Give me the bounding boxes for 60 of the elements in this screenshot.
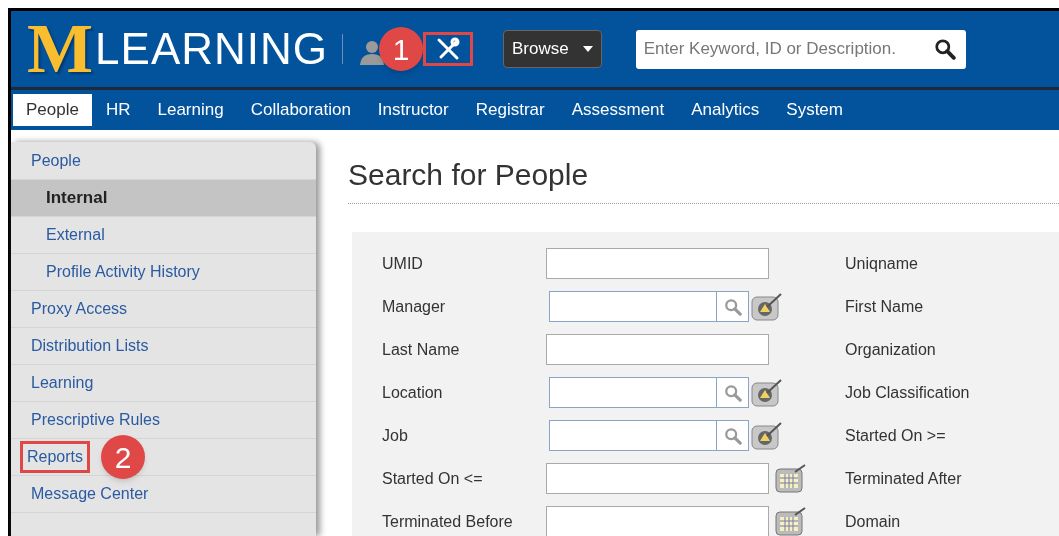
field-label: UMID xyxy=(382,253,424,274)
step-badge: 2 xyxy=(101,435,146,479)
field-label: Uniqname xyxy=(845,253,918,274)
sidebar-item[interactable]: External xyxy=(42,222,109,248)
search-icon xyxy=(723,297,742,316)
pencil-triangle-icon[interactable] xyxy=(751,377,783,408)
field-label: Terminated Before xyxy=(382,511,514,532)
nav-tab[interactable]: People xyxy=(13,94,92,126)
sidebar-item[interactable]: Proxy Access xyxy=(27,296,132,322)
sidebar-item[interactable]: Profile Activity History xyxy=(42,259,204,285)
nav-tab[interactable]: Instructor xyxy=(364,94,462,126)
browse-button[interactable]: Browse xyxy=(503,30,602,68)
field-label: Terminated After xyxy=(845,468,962,489)
field-label: Manager xyxy=(382,296,447,317)
nav-tab[interactable]: Assessment xyxy=(558,94,678,126)
sidebar-item[interactable]: Prescriptive Rules xyxy=(27,407,164,433)
nav-tab[interactable]: Collaboration xyxy=(237,94,364,126)
lookup-field[interactable] xyxy=(549,377,749,408)
sidebar-item[interactable]: Distribution Lists xyxy=(27,333,153,359)
sidebar-item[interactable]: Learning xyxy=(27,370,98,396)
nav-tab[interactable]: Registrar xyxy=(462,94,558,126)
search-icon xyxy=(933,37,956,60)
field-label: Job xyxy=(382,425,409,446)
sidebar-item[interactable]: People xyxy=(27,148,85,174)
lookup-field[interactable] xyxy=(549,420,749,451)
pencil-triangle-icon[interactable] xyxy=(751,291,783,322)
field-label: Started On <= xyxy=(382,468,484,489)
lookup-field[interactable] xyxy=(549,291,749,322)
calendar-icon[interactable] xyxy=(775,463,807,494)
date-field[interactable] xyxy=(546,506,769,536)
field-label: Domain xyxy=(845,511,901,532)
nav-tab[interactable]: HR xyxy=(92,94,144,126)
search-field[interactable]: Enter Keyword, ID or Description. xyxy=(635,29,966,69)
text-field[interactable] xyxy=(546,248,769,279)
sidebar-item[interactable]: Message Center xyxy=(27,481,153,507)
calendar-icon[interactable] xyxy=(775,506,807,536)
text-field[interactable] xyxy=(546,334,769,365)
step-badge: 1 xyxy=(379,27,424,71)
nav-tab[interactable]: Analytics xyxy=(678,94,773,126)
search-icon xyxy=(723,383,742,402)
pencil-triangle-icon[interactable] xyxy=(751,420,783,451)
logo-text: LEARNING xyxy=(95,27,329,71)
field-label: Location xyxy=(382,382,444,403)
search-icon xyxy=(723,426,742,445)
sidebar-item[interactable]: Internal xyxy=(42,184,112,212)
field-label: Organization xyxy=(845,339,936,360)
tools-button[interactable] xyxy=(423,32,474,66)
person-icon[interactable] xyxy=(359,39,386,65)
caret-icon xyxy=(582,46,593,52)
field-label: Last Name xyxy=(382,339,461,360)
nav-tab[interactable]: Learning xyxy=(144,94,237,126)
nav-tab[interactable]: System xyxy=(773,94,856,126)
sidebar-item[interactable]: Reports xyxy=(23,444,88,470)
field-label: Started On >= xyxy=(845,425,946,446)
page-title: Search for People xyxy=(348,152,1059,204)
logo-letter: M xyxy=(27,14,92,84)
wrench-screwdriver-icon xyxy=(436,37,461,61)
field-label: Job Classification xyxy=(845,382,970,403)
date-field[interactable] xyxy=(546,463,769,494)
field-label: First Name xyxy=(845,296,924,317)
